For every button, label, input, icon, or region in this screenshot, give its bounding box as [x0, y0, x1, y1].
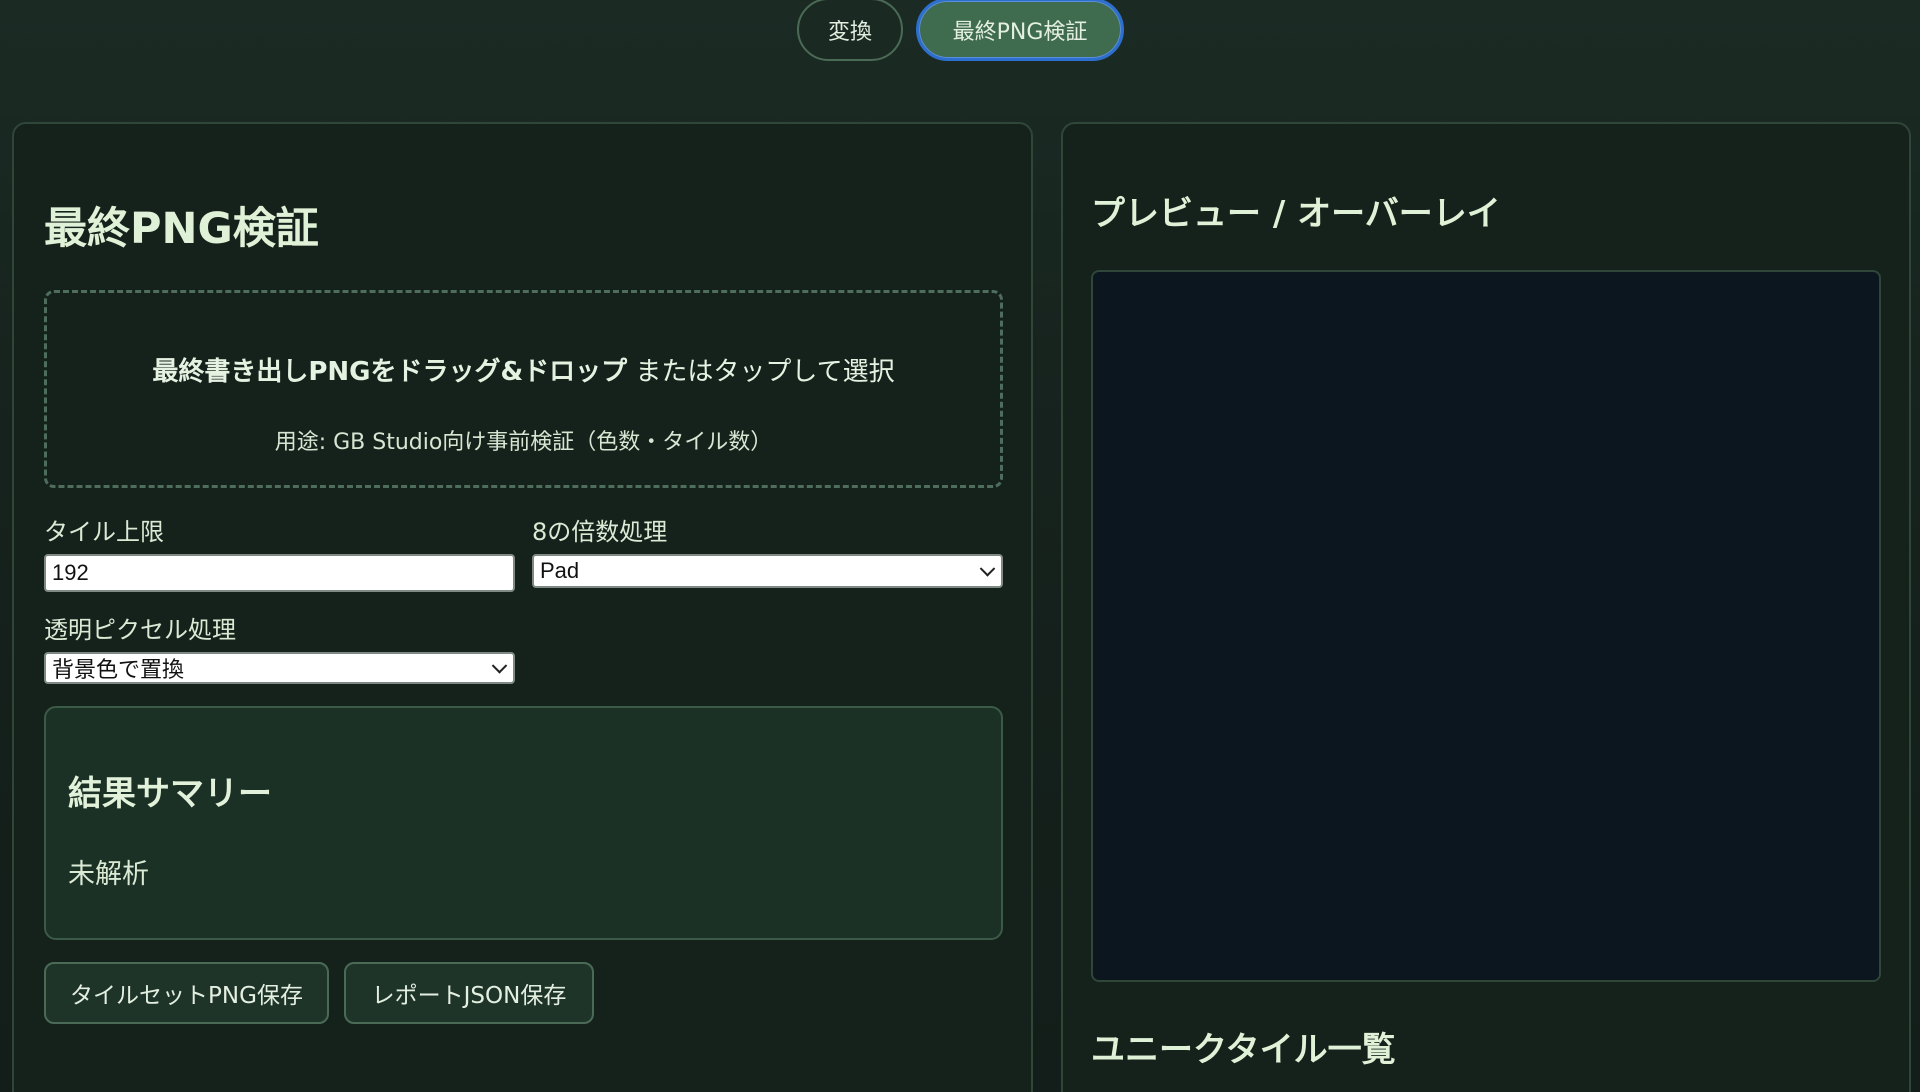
- verification-panel: 最終PNG検証 最終書き出しPNGをドラッグ&ドロップ またはタップして選択 用…: [12, 122, 1033, 1092]
- transparent-select[interactable]: 背景色で置換: [44, 652, 515, 684]
- dropzone-instruction: 最終書き出しPNGをドラッグ&ドロップ またはタップして選択: [47, 351, 1000, 388]
- preview-panel: プレビュー / オーバーレイ ユニークタイル一覧: [1061, 122, 1911, 1092]
- png-dropzone[interactable]: 最終書き出しPNGをドラッグ&ドロップ またはタップして選択 用途: GB St…: [44, 290, 1003, 488]
- tile-limit-input[interactable]: 192: [44, 554, 515, 592]
- preview-canvas[interactable]: [1091, 270, 1881, 982]
- preview-title: プレビュー / オーバーレイ: [1091, 194, 1501, 234]
- page-title: 最終PNG検証: [44, 204, 319, 254]
- tab-final-png-check[interactable]: 最終PNG検証: [916, 0, 1124, 61]
- multiple8-label: 8の倍数処理: [532, 518, 668, 546]
- transparent-selected: 背景色で置換: [52, 657, 185, 682]
- multiple8-select[interactable]: Pad: [532, 554, 1003, 588]
- multiple8-selected: Pad: [540, 558, 580, 583]
- dropzone-instruction-bold: 最終書き出しPNGをドラッグ&ドロップ: [152, 357, 628, 387]
- tile-limit-label: タイル上限: [44, 518, 164, 546]
- chevron-down-icon: [979, 561, 996, 577]
- summary-title: 結果サマリー: [68, 774, 272, 814]
- unique-tiles-title: ユニークタイル一覧: [1091, 1030, 1396, 1070]
- result-summary: 結果サマリー 未解析: [44, 706, 1003, 940]
- save-report-button[interactable]: レポートJSON保存: [344, 962, 594, 1024]
- transparent-label: 透明ピクセル処理: [44, 616, 236, 644]
- chevron-down-icon: [491, 658, 508, 674]
- summary-status: 未解析: [68, 859, 149, 890]
- dropzone-purpose: 用途: GB Studio向け事前検証（色数・タイル数）: [274, 430, 773, 455]
- dropzone-instruction-rest: またはタップして選択: [627, 357, 895, 387]
- mode-tabs: 変換 最終PNG検証: [0, 0, 1920, 70]
- tab-convert[interactable]: 変換: [797, 0, 903, 61]
- tab-group: 変換 最終PNG検証: [797, 0, 1124, 63]
- tile-limit-value: 192: [52, 560, 89, 585]
- save-tileset-button[interactable]: タイルセットPNG保存: [44, 962, 329, 1024]
